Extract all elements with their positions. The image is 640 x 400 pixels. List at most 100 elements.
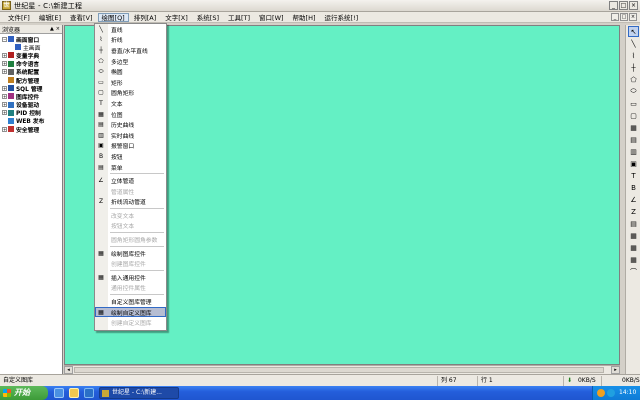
menu-9[interactable]: 帮助[H]: [289, 13, 320, 22]
draw-menu-item[interactable]: ╲ 直线: [95, 24, 166, 35]
menu-0[interactable]: 文件[F]: [4, 13, 34, 22]
rounded-rectangle-tool-button[interactable]: ▢: [628, 110, 639, 121]
scroll-right-button[interactable]: ▸: [611, 366, 620, 374]
menu-1[interactable]: 编辑[E]: [35, 13, 65, 22]
draw-menu-item[interactable]: ▥ 实时曲线: [95, 130, 166, 141]
line-tool-button[interactable]: ╲: [628, 38, 639, 49]
line-icon: ╲: [99, 25, 103, 33]
orthogonal-line-icon: ┼: [99, 46, 103, 54]
horizontal-scrollbar[interactable]: ◂ ▸: [64, 365, 620, 374]
control-tool-button[interactable]: ▦: [628, 242, 639, 253]
scroll-left-button[interactable]: ◂: [64, 366, 73, 374]
tray-app-icon[interactable]: [597, 389, 605, 397]
text-tool-button[interactable]: T: [628, 170, 639, 181]
menu-tool-button[interactable]: ▤: [628, 218, 639, 229]
menu-2[interactable]: 查看[V]: [66, 13, 97, 22]
draw-menu-item[interactable]: ▦ 绘制自定义图库: [95, 306, 166, 318]
custom-library-tool-button[interactable]: ▦: [628, 254, 639, 265]
ellipse-tool-button[interactable]: ⬭: [628, 86, 639, 97]
minimize-button[interactable]: _: [609, 1, 618, 10]
flow-pipe-icon: Z: [631, 207, 636, 216]
library-tool-button[interactable]: ▦: [628, 230, 639, 241]
bitmap-icon: ▦: [630, 123, 637, 132]
realtime-trend-tool-button[interactable]: ▥: [628, 146, 639, 157]
browser-pin-button[interactable]: ▲: [50, 26, 54, 32]
expand-toggle[interactable]: +: [2, 52, 7, 58]
orthogonal-line-tool-button[interactable]: ┼: [628, 62, 639, 73]
scroll-thumb[interactable]: [74, 367, 604, 373]
menu-8[interactable]: 窗口[W]: [255, 13, 288, 22]
tray-network-icon[interactable]: [607, 389, 615, 397]
draw-menu-item[interactable]: ▦ 位图: [95, 109, 166, 120]
window-controls: _ □ ×: [609, 1, 638, 10]
mdi-restore-button[interactable]: □: [620, 13, 628, 21]
mdi-controls: _ □ ×: [611, 13, 637, 21]
draw-menu-item[interactable]: ▦ 绘制图库控件: [95, 248, 166, 259]
app-icon[interactable]: 世: [2, 1, 11, 10]
flow-pipe-tool-button[interactable]: Z: [628, 206, 639, 217]
draw-menu-item[interactable]: ▢ 圆角矩形: [95, 88, 166, 99]
draw-menu-item[interactable]: B 按钮: [95, 151, 166, 162]
start-button[interactable]: 开始: [0, 386, 48, 400]
menu-10[interactable]: 运行系统[!]: [321, 13, 363, 22]
draw-menu-item[interactable]: ⬭ 椭圆: [95, 66, 166, 77]
clock: 14:10: [619, 389, 637, 396]
rectangle-tool-button[interactable]: ▭: [628, 98, 639, 109]
folder-icon[interactable]: [69, 388, 79, 398]
expand-toggle[interactable]: +: [2, 102, 7, 108]
menu-4[interactable]: 排列[A]: [130, 13, 161, 22]
ie-icon[interactable]: [54, 388, 64, 398]
expand-toggle[interactable]: +: [2, 110, 7, 116]
draw-menu-item[interactable]: ▦ 插入通用控件: [95, 272, 166, 283]
draw-menu-item[interactable]: ▤ 历史曲线: [95, 119, 166, 130]
expand-toggle[interactable]: +: [2, 93, 7, 99]
polygon-tool-button[interactable]: ⬠: [628, 74, 639, 85]
expand-toggle[interactable]: +: [2, 126, 7, 132]
menu-3[interactable]: 绘图[Q]: [97, 12, 129, 22]
config-icon: [8, 68, 14, 75]
draw-menu-item[interactable]: T 文本: [95, 98, 166, 109]
taskbar-app-button[interactable]: 世纪星 - C:\新建...: [99, 387, 179, 399]
draw-menu-item[interactable]: Z 折线流动管道: [95, 197, 166, 208]
pipe-style-tool-button[interactable]: ⌒: [628, 266, 639, 277]
pipe-tool-button[interactable]: ∠: [628, 194, 639, 205]
draw-menu-item[interactable]: 自定义图库管理: [95, 296, 166, 307]
net-download-value: 0KB/S: [622, 377, 640, 384]
maximize-button[interactable]: □: [619, 1, 628, 10]
draw-menu-item[interactable]: ⬠ 多边型: [95, 56, 166, 67]
menu-6[interactable]: 系统[S]: [193, 13, 223, 22]
draw-menu-item[interactable]: ▭ 矩形: [95, 77, 166, 88]
expand-toggle[interactable]: +: [2, 69, 7, 75]
draw-menu-item[interactable]: ┼ 垂直/水平直线: [95, 45, 166, 56]
expand-toggle[interactable]: +: [2, 61, 7, 67]
draw-menu-item[interactable]: ▣ 报警窗口: [95, 141, 166, 152]
button-tool-button[interactable]: B: [628, 182, 639, 193]
menu-5[interactable]: 文字[X]: [161, 13, 192, 22]
close-button[interactable]: ×: [629, 1, 638, 10]
browser-header: 浏览器 ▲ ×: [0, 25, 62, 34]
alarm-window-icon: ▣: [630, 159, 637, 168]
tree-item[interactable]: + 安全管理: [0, 125, 62, 134]
upload-arrow-icon: ⬇: [567, 377, 573, 384]
windows-flag-icon: [3, 389, 11, 397]
draw-menu-item[interactable]: ⌇ 折线: [95, 35, 166, 46]
mdi-minimize-button[interactable]: _: [611, 13, 619, 21]
alarm-window-tool-button[interactable]: ▣: [628, 158, 639, 169]
expand-toggle[interactable]: −: [2, 36, 7, 42]
draw-menu-item[interactable]: ∠ 立体管道: [95, 175, 166, 186]
menu-bar: 文件[F] 编辑[E] 查看[V] 绘图[Q] 排列[A] 文字[X] 系统[S] 工具[T]…: [0, 12, 640, 23]
browser-close-button[interactable]: ×: [56, 26, 60, 32]
text-icon: T: [99, 99, 103, 107]
mdi-close-button[interactable]: ×: [629, 13, 637, 21]
rectangle-icon: ▭: [630, 99, 637, 108]
desktop-icon[interactable]: [84, 388, 94, 398]
pointer-tool-button[interactable]: ↖: [628, 26, 639, 37]
history-trend-tool-button[interactable]: ▤: [628, 134, 639, 145]
polyline-tool-button[interactable]: ⌇: [628, 50, 639, 61]
history-trend-icon: ▤: [98, 121, 104, 129]
draw-menu-item[interactable]: ▤ 菜单: [95, 162, 166, 173]
bitmap-tool-button[interactable]: ▦: [628, 122, 639, 133]
draw-menu-item-label: 管道属性: [111, 189, 135, 196]
menu-7[interactable]: 工具[T]: [224, 13, 254, 22]
expand-toggle[interactable]: +: [2, 85, 7, 91]
